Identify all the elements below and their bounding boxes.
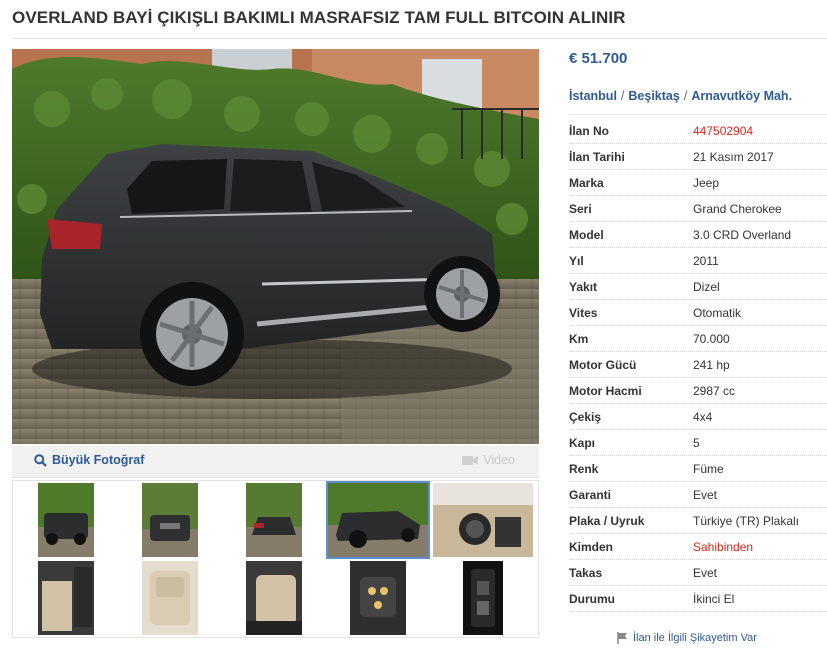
listing-details: İlan No 447502904 İlan Tarihi 21 Kasım 201… bbox=[569, 118, 827, 612]
thumbnail[interactable] bbox=[38, 483, 94, 557]
detail-row: Garanti Evet bbox=[569, 482, 827, 508]
detail-value: Jeep bbox=[693, 176, 720, 190]
thumbnail[interactable] bbox=[433, 483, 533, 557]
detail-row: Durumu İkinci El bbox=[569, 586, 827, 612]
thumbnail-strip bbox=[12, 480, 539, 638]
detail-value: 70.000 bbox=[693, 332, 730, 346]
detail-value: 21 Kasım 2017 bbox=[693, 150, 774, 164]
location-neighborhood-link[interactable]: Arnavutköy Mah. bbox=[691, 89, 792, 103]
detail-key: Model bbox=[569, 228, 604, 242]
detail-key: Kapı bbox=[569, 436, 596, 450]
detail-value: 5 bbox=[693, 436, 700, 450]
detail-value: 4x4 bbox=[693, 410, 713, 424]
detail-row: Takas Evet bbox=[569, 560, 827, 586]
thumbnail[interactable] bbox=[350, 561, 406, 635]
location-breadcrumb: İstanbul / Beşiktaş / Arnavutköy Mah. bbox=[569, 89, 792, 103]
detail-row: Model 3.0 CRD Overland bbox=[569, 222, 827, 248]
video-button[interactable]: Video bbox=[462, 453, 515, 467]
detail-key: Motor Gücü bbox=[569, 358, 637, 372]
detail-row: Motor Hacmi 2987 cc bbox=[569, 378, 827, 404]
detail-key: Motor Hacmi bbox=[569, 384, 642, 398]
detail-key: Plaka / Uyruk bbox=[569, 514, 645, 528]
detail-row: Kapı 5 bbox=[569, 430, 827, 456]
detail-value: İkinci El bbox=[693, 592, 735, 606]
detail-key: Marka bbox=[569, 176, 604, 190]
detail-key: İlan Tarihi bbox=[569, 150, 625, 164]
video-label: Video bbox=[483, 453, 515, 467]
detail-row: Plaka / Uyruk Türkiye (TR) Plakalı bbox=[569, 508, 827, 534]
detail-key: Seri bbox=[569, 202, 592, 216]
video-camera-icon bbox=[462, 455, 479, 465]
thumbnail-active[interactable] bbox=[326, 481, 430, 559]
detail-row: Motor Gücü 241 hp bbox=[569, 352, 827, 378]
detail-row: İlan Tarihi 21 Kasım 2017 bbox=[569, 144, 827, 170]
detail-row: Km 70.000 bbox=[569, 326, 827, 352]
detail-row: Yakıt Dizel bbox=[569, 274, 827, 300]
thumbnail[interactable] bbox=[463, 561, 503, 635]
detail-key: Yakıt bbox=[569, 280, 598, 294]
flag-icon bbox=[617, 632, 627, 644]
detail-key: Kimden bbox=[569, 540, 614, 554]
detail-key: Garanti bbox=[569, 488, 612, 502]
detail-row: Vites Otomatik bbox=[569, 300, 827, 326]
detail-value: Sahibinden bbox=[693, 540, 754, 554]
car-photo-illustration bbox=[12, 49, 539, 444]
detail-key: Çekiş bbox=[569, 410, 602, 424]
detail-value: 447502904 bbox=[693, 124, 754, 138]
detail-key: Durumu bbox=[569, 592, 615, 606]
thumbnail[interactable] bbox=[142, 561, 198, 635]
detail-row: Renk Füme bbox=[569, 456, 827, 482]
detail-row: Marka Jeep bbox=[569, 170, 827, 196]
location-district-link[interactable]: Beşiktaş bbox=[628, 89, 679, 103]
thumbnail[interactable] bbox=[246, 483, 302, 557]
location-divider bbox=[569, 114, 827, 115]
detail-value: 2011 bbox=[693, 254, 719, 268]
detail-value: Dizel bbox=[693, 280, 720, 294]
price: € 51.700 bbox=[569, 50, 628, 67]
detail-value: Otomatik bbox=[693, 306, 742, 320]
thumbnail[interactable] bbox=[142, 483, 198, 557]
detail-value: Türkiye (TR) Plakalı bbox=[693, 514, 800, 528]
detail-key: Km bbox=[569, 332, 589, 346]
thumbnail[interactable] bbox=[246, 561, 302, 635]
detail-value: Füme bbox=[693, 462, 724, 476]
detail-key: Yıl bbox=[569, 254, 584, 268]
detail-row: İlan No 447502904 bbox=[569, 118, 827, 144]
detail-row: Yıl 2011 bbox=[569, 248, 827, 274]
detail-value: 2987 cc bbox=[693, 384, 736, 398]
title-divider bbox=[12, 38, 827, 39]
detail-key: İlan No bbox=[569, 124, 610, 138]
detail-value: Evet bbox=[693, 566, 718, 580]
detail-row: Seri Grand Cherokee bbox=[569, 196, 827, 222]
report-listing-label: İlan ile İlgili Şikayetim Var bbox=[633, 632, 757, 644]
main-photo[interactable] bbox=[12, 49, 539, 444]
location-separator: / bbox=[683, 89, 688, 103]
detail-value: Evet bbox=[693, 488, 718, 502]
location-separator: / bbox=[620, 89, 625, 103]
detail-key: Takas bbox=[569, 566, 603, 580]
detail-key: Vites bbox=[569, 306, 598, 320]
report-listing-link[interactable]: İlan ile İlgili Şikayetim Var bbox=[617, 632, 757, 644]
photo-toolbar: Büyük Fotoğraf Video bbox=[12, 446, 539, 478]
listing-title: OVERLAND BAYİ ÇIKIŞLI BAKIMLI MASRAFSIZ … bbox=[12, 8, 626, 27]
big-photo-button[interactable]: Büyük Fotoğraf bbox=[34, 453, 144, 467]
big-photo-label: Büyük Fotoğraf bbox=[52, 453, 145, 467]
detail-value: 241 hp bbox=[693, 358, 730, 372]
detail-row: Çekiş 4x4 bbox=[569, 404, 827, 430]
detail-key: Renk bbox=[569, 462, 599, 476]
detail-row: Kimden Sahibinden bbox=[569, 534, 827, 560]
thumbnail[interactable] bbox=[38, 561, 94, 635]
detail-value: 3.0 CRD Overland bbox=[693, 228, 792, 242]
location-city-link[interactable]: İstanbul bbox=[569, 89, 617, 103]
detail-value: Grand Cherokee bbox=[693, 202, 782, 216]
search-icon bbox=[34, 453, 47, 467]
